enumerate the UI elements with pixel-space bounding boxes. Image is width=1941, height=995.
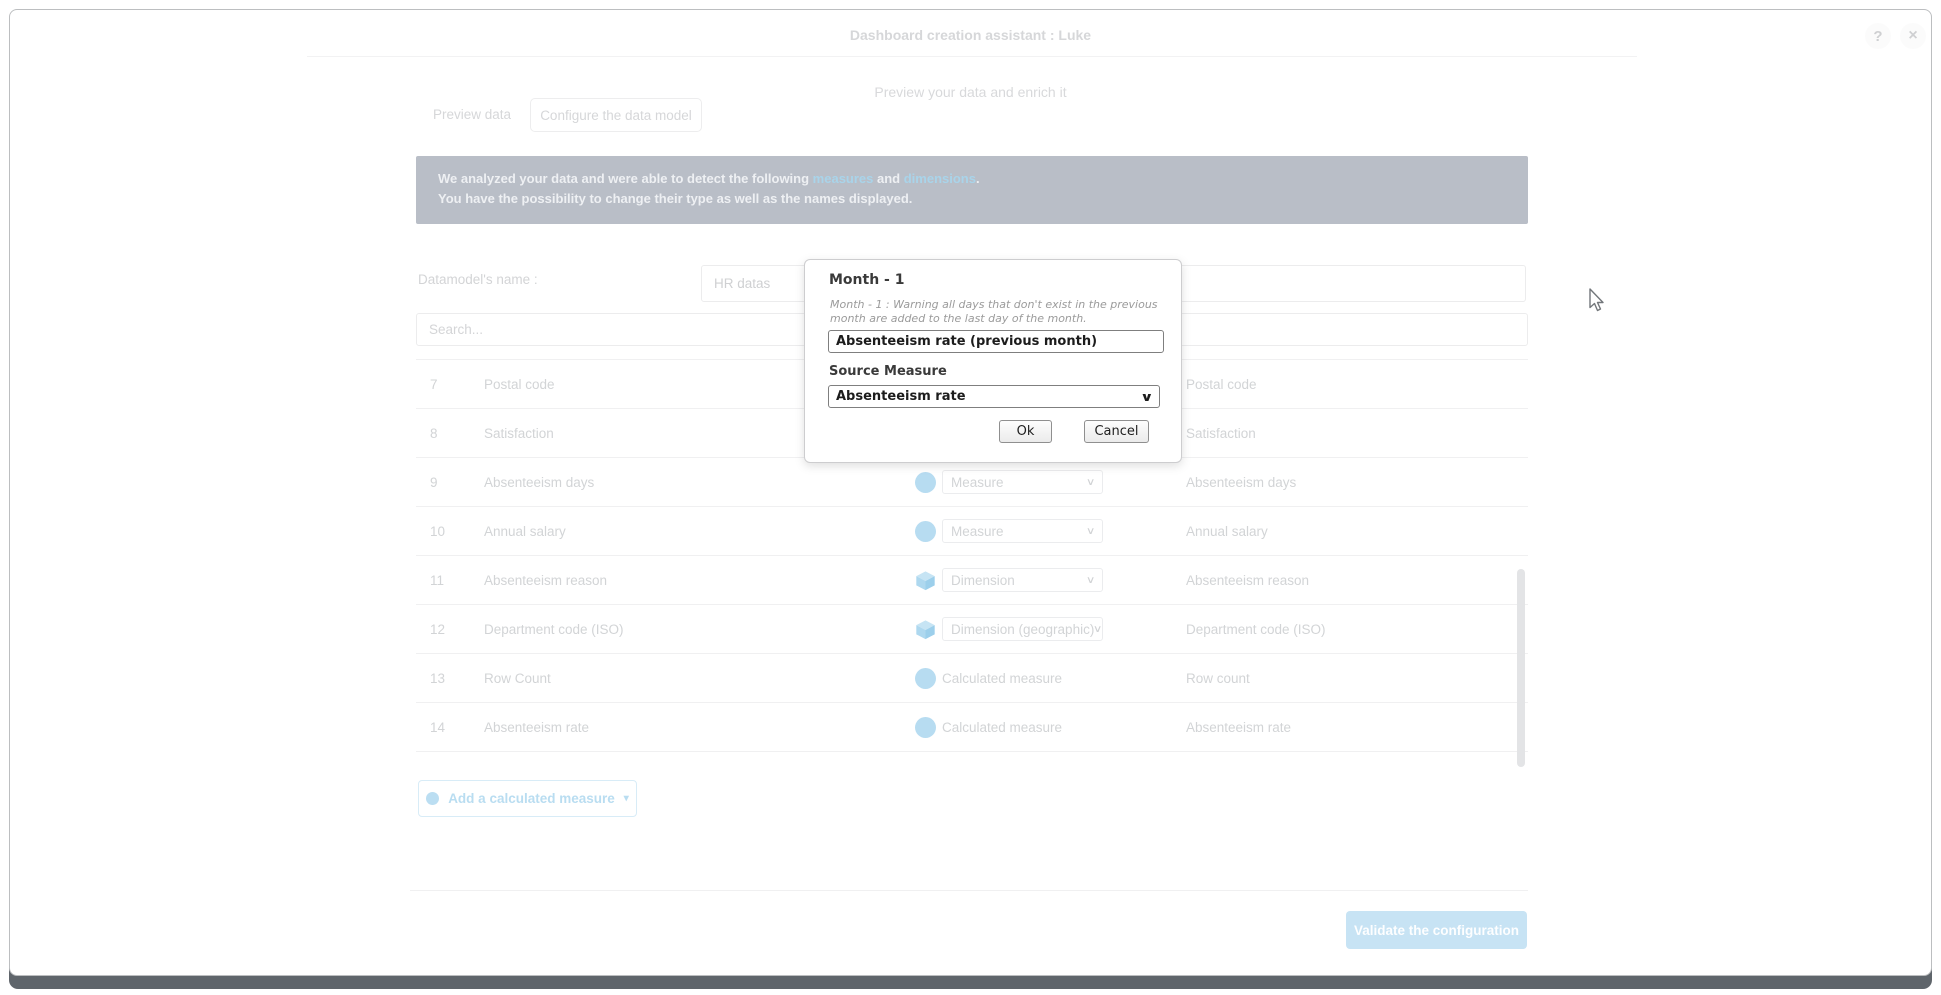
type-dropdown[interactable]: Dimension ∨ bbox=[942, 568, 1103, 592]
caret-down-icon: ▾ bbox=[624, 793, 629, 804]
source-measure-label: Source Measure bbox=[829, 364, 947, 379]
field-type-cell: Dimension ∨ bbox=[915, 556, 1103, 604]
measure-icon bbox=[915, 717, 936, 738]
source-measure-select[interactable]: Absenteeism rate ∨ bbox=[828, 385, 1160, 408]
type-dropdown[interactable]: Measure ∨ bbox=[942, 519, 1103, 543]
display-name-input[interactable]: Absenteeism days bbox=[1186, 458, 1296, 506]
table-row: 12 Department code (ISO) Dimension (geogra… bbox=[416, 605, 1528, 654]
help-icon[interactable]: ? bbox=[1865, 23, 1891, 49]
display-name-input[interactable]: Department code (ISO) bbox=[1186, 605, 1326, 653]
type-label: Measure bbox=[951, 475, 1004, 490]
field-name: Row Count bbox=[484, 654, 551, 702]
type-label: Dimension (geographic) bbox=[951, 622, 1094, 637]
table-row: 11 Absenteeism reason Dimension ∨ Absenteeis… bbox=[416, 556, 1528, 605]
chevron-down-icon: ∨ bbox=[1086, 526, 1096, 537]
datamodel-name-label: Datamodel's name : bbox=[418, 272, 538, 287]
field-name: Absenteeism rate bbox=[484, 703, 589, 751]
table-scrollbar-thumb[interactable] bbox=[1517, 569, 1525, 767]
type-label: Dimension bbox=[951, 573, 1015, 588]
link-dimensions[interactable]: dimensions bbox=[904, 171, 976, 186]
row-number: 12 bbox=[430, 605, 460, 653]
add-calculated-measure-button[interactable]: Add a calculated measure ▾ bbox=[418, 780, 637, 817]
type-label: Calculated measure bbox=[942, 720, 1062, 735]
measure-icon bbox=[915, 521, 936, 542]
display-name-input[interactable]: Postal code bbox=[1186, 360, 1257, 408]
header-divider bbox=[307, 56, 1637, 57]
display-name-input[interactable]: Annual salary bbox=[1186, 507, 1268, 555]
validate-configuration-button[interactable]: Validate the configuration bbox=[1346, 911, 1527, 949]
banner-text: . bbox=[976, 171, 980, 186]
row-number: 13 bbox=[430, 654, 460, 702]
display-name-input[interactable]: Satisfaction bbox=[1186, 409, 1256, 457]
dashboard-assistant-window: Dashboard creation assistant : Luke ? × … bbox=[9, 9, 1932, 976]
dimension-icon bbox=[915, 570, 936, 591]
field-name: Postal code bbox=[484, 360, 555, 408]
link-measures[interactable]: measures bbox=[813, 171, 874, 186]
mouse-cursor bbox=[1584, 286, 1608, 314]
row-number: 8 bbox=[430, 409, 460, 457]
type-label: Measure bbox=[951, 524, 1004, 539]
info-banner: We analyzed your data and were able to d… bbox=[416, 156, 1528, 224]
page-subtitle: Preview your data and enrich it bbox=[10, 84, 1931, 100]
dimension-icon bbox=[915, 619, 936, 640]
cancel-button[interactable]: Cancel bbox=[1084, 420, 1149, 443]
banner-line2: You have the possibility to change their… bbox=[438, 189, 1506, 209]
display-name-input[interactable]: Absenteeism rate bbox=[1186, 703, 1291, 751]
banner-text: We analyzed your data and were able to d… bbox=[438, 171, 813, 186]
row-number: 10 bbox=[430, 507, 460, 555]
add-calculated-measure-label: Add a calculated measure bbox=[448, 791, 615, 806]
banner-text: and bbox=[873, 171, 903, 186]
chevron-down-icon: ∨ bbox=[1086, 575, 1096, 586]
measure-icon bbox=[915, 668, 936, 689]
table-row: 10 Annual salary Measure ∨ Annual salary bbox=[416, 507, 1528, 556]
close-icon[interactable]: × bbox=[1900, 23, 1926, 49]
table-row: 13 Row Count Calculated measure Row count bbox=[416, 654, 1528, 703]
field-type-cell: Calculated measure bbox=[915, 703, 1062, 751]
measure-icon bbox=[915, 472, 936, 493]
field-type-cell: Dimension (geographic)∨ bbox=[915, 605, 1103, 653]
field-name: Annual salary bbox=[484, 507, 566, 555]
row-number: 9 bbox=[430, 458, 460, 506]
month-minus-1-dialog: Month - 1 Month - 1 : Warning all days t… bbox=[804, 259, 1182, 463]
chevron-down-icon: ∨ bbox=[1093, 624, 1103, 635]
source-measure-value: Absenteeism rate bbox=[836, 389, 966, 404]
row-number: 7 bbox=[430, 360, 460, 408]
display-name-input[interactable]: Row count bbox=[1186, 654, 1250, 702]
measure-name-input[interactable] bbox=[828, 330, 1164, 353]
type-label: Calculated measure bbox=[942, 671, 1062, 686]
page-title: Dashboard creation assistant : Luke bbox=[10, 27, 1931, 43]
ok-button[interactable]: Ok bbox=[999, 420, 1052, 443]
field-name: Absenteeism reason bbox=[484, 556, 607, 604]
table-row: 9 Absenteeism days Measure ∨ Absenteeism day… bbox=[416, 458, 1528, 507]
row-number: 11 bbox=[430, 556, 460, 604]
field-type-cell: Measure ∨ bbox=[915, 458, 1103, 506]
chevron-down-icon: ∨ bbox=[1140, 390, 1154, 404]
field-name: Absenteeism days bbox=[484, 458, 594, 506]
tab-configure-data-model[interactable]: Configure the data model bbox=[530, 98, 702, 132]
table-row: 14 Absenteeism rate Calculated measure Abse… bbox=[416, 703, 1528, 752]
tab-preview-data[interactable]: Preview data bbox=[433, 107, 511, 122]
banner-line1: We analyzed your data and were able to d… bbox=[438, 169, 1506, 189]
row-number: 14 bbox=[430, 703, 460, 751]
display-name-input[interactable]: Absenteeism reason bbox=[1186, 556, 1309, 604]
field-type-cell: Calculated measure bbox=[915, 654, 1062, 702]
dialog-warning-text: Month - 1 : Warning all days that don't … bbox=[830, 298, 1164, 326]
type-dropdown[interactable]: Dimension (geographic)∨ bbox=[942, 617, 1103, 641]
field-type-cell: Measure ∨ bbox=[915, 507, 1103, 555]
footer-divider bbox=[410, 890, 1528, 891]
field-name: Department code (ISO) bbox=[484, 605, 624, 653]
dialog-title: Month - 1 bbox=[829, 272, 904, 288]
chevron-down-icon: ∨ bbox=[1086, 477, 1096, 488]
field-name: Satisfaction bbox=[484, 409, 554, 457]
measure-circle-icon bbox=[426, 792, 439, 805]
type-dropdown[interactable]: Measure ∨ bbox=[942, 470, 1103, 494]
